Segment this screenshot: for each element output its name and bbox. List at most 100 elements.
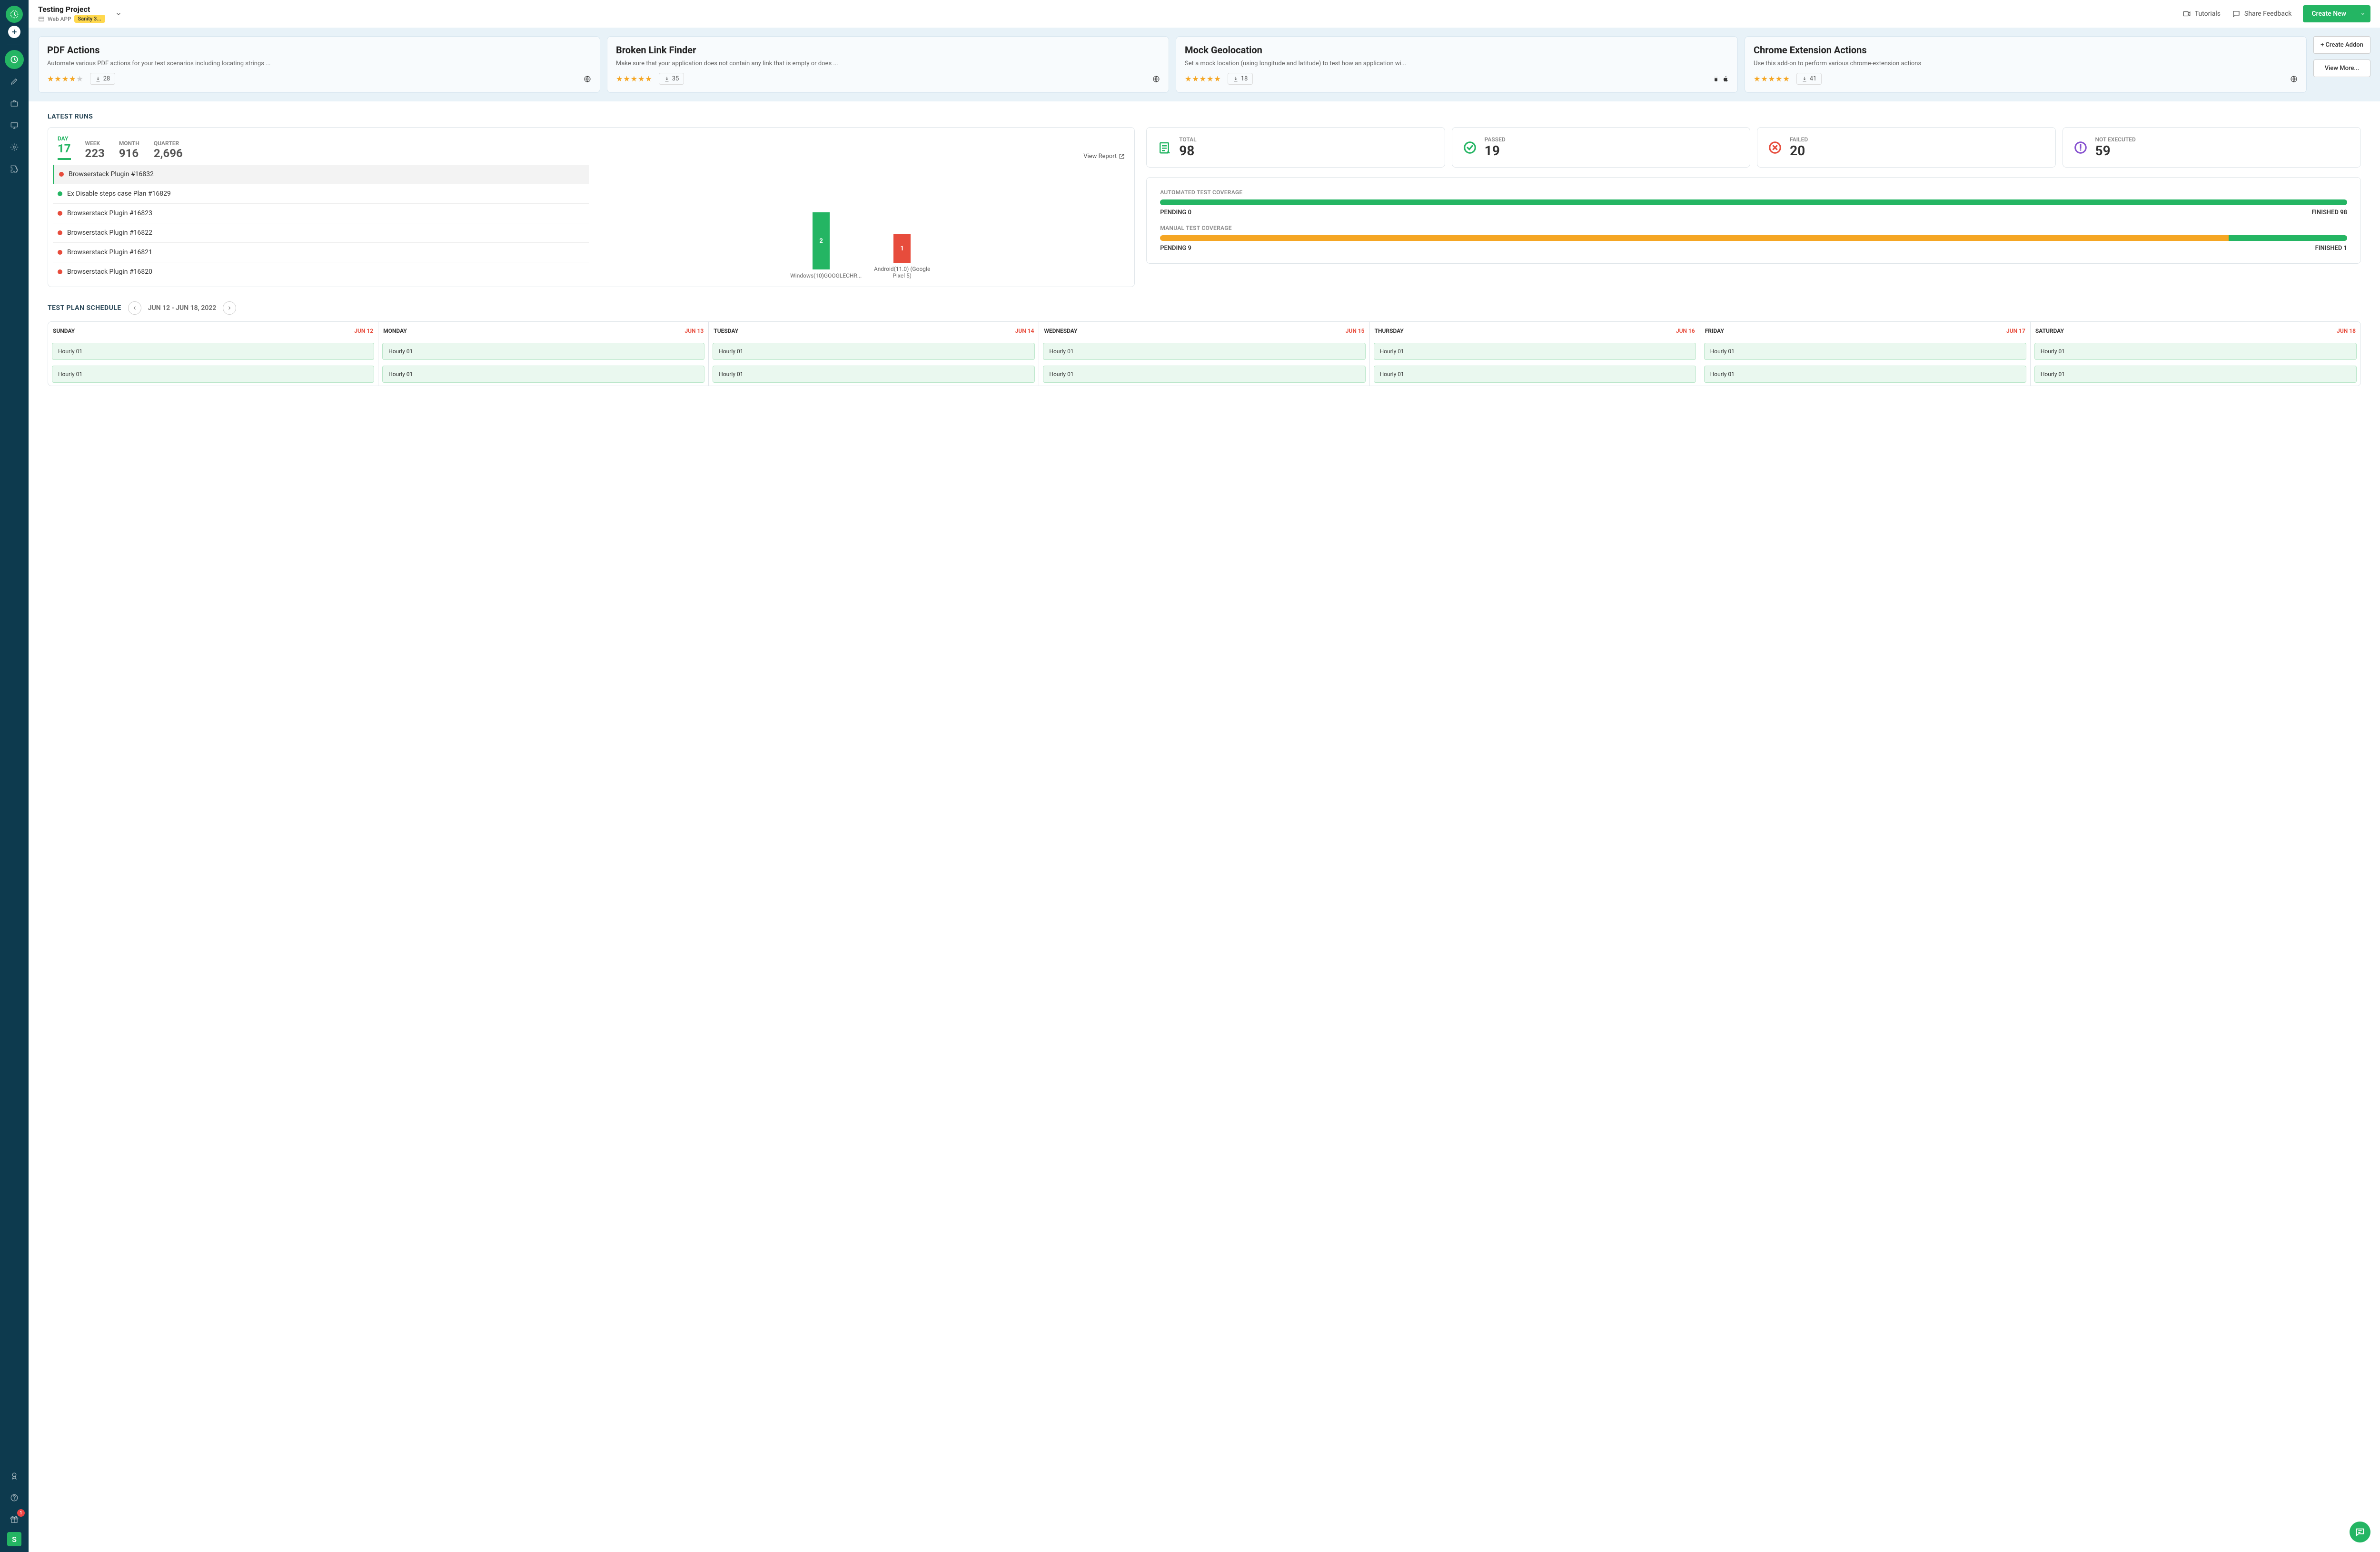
view-report-link[interactable]: View Report (1083, 153, 1125, 160)
chat-icon (2232, 10, 2241, 18)
addon-card[interactable]: Chrome Extension ActionsUse this add-on … (1745, 36, 2307, 93)
sidebar-add-button[interactable] (8, 26, 20, 38)
day-column: SUNDAYJUN 12Hourly 01Hourly 01 (48, 322, 378, 386)
status-dot (58, 211, 62, 216)
stat-not-executed: NOT EXECUTED59 (2063, 127, 2361, 168)
schedule-event[interactable]: Hourly 01 (1043, 366, 1365, 383)
tutorials-link[interactable]: Tutorials (2182, 10, 2221, 18)
schedule-event[interactable]: Hourly 01 (713, 343, 1035, 360)
day-column: MONDAYJUN 13Hourly 01Hourly 01 (378, 322, 709, 386)
alert-circle-icon (2073, 139, 2089, 156)
status-dot (58, 230, 62, 235)
create-new-dropdown[interactable] (2355, 5, 2370, 22)
coverage-card: AUTOMATED TEST COVERAGE PENDING 0FINISHE… (1146, 177, 2361, 264)
project-type: Web APP (48, 16, 71, 22)
period-tab-month[interactable]: MONTH916 (119, 140, 139, 160)
schedule-title: TEST PLAN SCHEDULE (48, 304, 121, 312)
create-new-button[interactable]: Create New (2303, 5, 2355, 22)
schedule-event[interactable]: Hourly 01 (1704, 343, 2026, 360)
chart-bar: 2 (813, 212, 830, 269)
auto-coverage-bar (1160, 199, 2347, 205)
star-rating: ★★★★★ (1754, 74, 1790, 83)
star-rating: ★★★★★ (616, 74, 652, 83)
feedback-label: Share Feedback (2244, 10, 2291, 18)
tutorials-label: Tutorials (2195, 10, 2221, 18)
star-rating: ★★★★★ (1185, 74, 1221, 83)
user-avatar[interactable]: S (7, 1532, 21, 1546)
schedule-event[interactable]: Hourly 01 (382, 343, 704, 360)
sidebar-extension[interactable] (5, 159, 24, 179)
manual-coverage-bar (1160, 235, 2347, 241)
addons-strip: PDF ActionsAutomate various PDF actions … (29, 28, 2380, 101)
period-tab-week[interactable]: WEEK223 (85, 140, 105, 160)
day-column: THURSDAYJUN 16Hourly 01Hourly 01 (1370, 322, 1700, 386)
schedule-event[interactable]: Hourly 01 (52, 366, 374, 383)
sidebar-badge-icon[interactable] (5, 1466, 24, 1485)
schedule-event[interactable]: Hourly 01 (2034, 366, 2357, 383)
run-item[interactable]: Browserstack Plugin #16823 (53, 204, 589, 223)
create-addon-button[interactable]: + Create Addon (2313, 36, 2370, 54)
project-badge[interactable]: Sanity 3... (74, 15, 105, 23)
star-rating: ★★★★★ (47, 74, 83, 83)
chat-fab[interactable] (2350, 1522, 2370, 1542)
schedule-event[interactable]: Hourly 01 (1043, 343, 1365, 360)
schedule-prev-button[interactable] (128, 301, 141, 315)
schedule-event[interactable]: Hourly 01 (52, 343, 374, 360)
download-count[interactable]: 35 (659, 73, 684, 85)
day-column: WEDNESDAYJUN 15Hourly 01Hourly 01 (1039, 322, 1369, 386)
gift-badge: 1 (17, 1509, 25, 1517)
chart-bar: 1 (893, 234, 911, 263)
schedule-event[interactable]: Hourly 01 (2034, 343, 2357, 360)
app-logo[interactable] (6, 6, 23, 23)
runs-bar-chart: 2Windows(10)GOOGLECHR...1Android(11.0) (… (594, 165, 1130, 279)
sidebar-settings[interactable] (5, 138, 24, 157)
schedule-event[interactable]: Hourly 01 (1374, 343, 1696, 360)
addon-card[interactable]: PDF ActionsAutomate various PDF actions … (38, 36, 600, 93)
latest-runs-card: DAY17 WEEK223 MONTH916 QUARTER2,696 View Rep… (48, 127, 1135, 287)
run-item[interactable]: Browserstack Plugin #16820 (53, 262, 589, 279)
platform-icons (584, 75, 591, 83)
x-circle-icon (1767, 139, 1783, 156)
schedule-event[interactable]: Hourly 01 (1374, 366, 1696, 383)
schedule-event[interactable]: Hourly 01 (713, 366, 1035, 383)
sidebar-edit[interactable] (5, 72, 24, 91)
runs-list[interactable]: Browserstack Plugin #16832Ex Disable ste… (53, 165, 589, 279)
project-dropdown[interactable] (115, 10, 122, 18)
schedule-date-range: JUN 12 - JUN 18, 2022 (148, 304, 217, 312)
check-circle-icon (1462, 139, 1478, 156)
stat-failed: FAILED20 (1757, 127, 2055, 168)
download-count[interactable]: 18 (1228, 73, 1253, 85)
run-item[interactable]: Browserstack Plugin #16832 (53, 165, 589, 184)
schedule-event[interactable]: Hourly 01 (382, 366, 704, 383)
sidebar-briefcase[interactable] (5, 94, 24, 113)
status-dot (59, 172, 64, 177)
sidebar-gift[interactable]: 1 (5, 1510, 24, 1529)
period-tab-quarter[interactable]: QUARTER2,696 (154, 140, 183, 160)
feedback-link[interactable]: Share Feedback (2232, 10, 2291, 18)
period-tab-day[interactable]: DAY17 (58, 135, 71, 160)
download-count[interactable]: 28 (90, 73, 116, 85)
addon-card[interactable]: Mock GeolocationSet a mock location (usi… (1176, 36, 1738, 93)
schedule-event[interactable]: Hourly 01 (1704, 366, 2026, 383)
topbar: Testing Project Web APP Sanity 3... Tuto… (29, 0, 2380, 28)
platform-icons (1152, 75, 1160, 83)
run-item[interactable]: Browserstack Plugin #16822 (53, 223, 589, 243)
schedule-next-button[interactable] (223, 301, 236, 315)
clipboard-icon (1156, 139, 1172, 156)
sidebar-dashboard[interactable] (5, 50, 24, 69)
sidebar-help[interactable] (5, 1488, 24, 1507)
project-title: Testing Project (38, 5, 105, 14)
day-column: SATURDAYJUN 18Hourly 01Hourly 01 (2031, 322, 2360, 386)
status-dot (58, 250, 62, 255)
view-more-addons-button[interactable]: View More... (2313, 60, 2370, 77)
platform-icons (2290, 75, 2298, 83)
day-column: FRIDAYJUN 17Hourly 01Hourly 01 (1700, 322, 2031, 386)
run-item[interactable]: Ex Disable steps case Plan #16829 (53, 184, 589, 204)
status-dot (58, 269, 62, 274)
sidebar-monitor[interactable] (5, 116, 24, 135)
video-icon (2182, 10, 2191, 18)
addon-card[interactable]: Broken Link FinderMake sure that your ap… (607, 36, 1169, 93)
download-count[interactable]: 41 (1796, 73, 1822, 85)
latest-runs-title: LATEST RUNS (48, 113, 2361, 120)
run-item[interactable]: Browserstack Plugin #16821 (53, 243, 589, 262)
